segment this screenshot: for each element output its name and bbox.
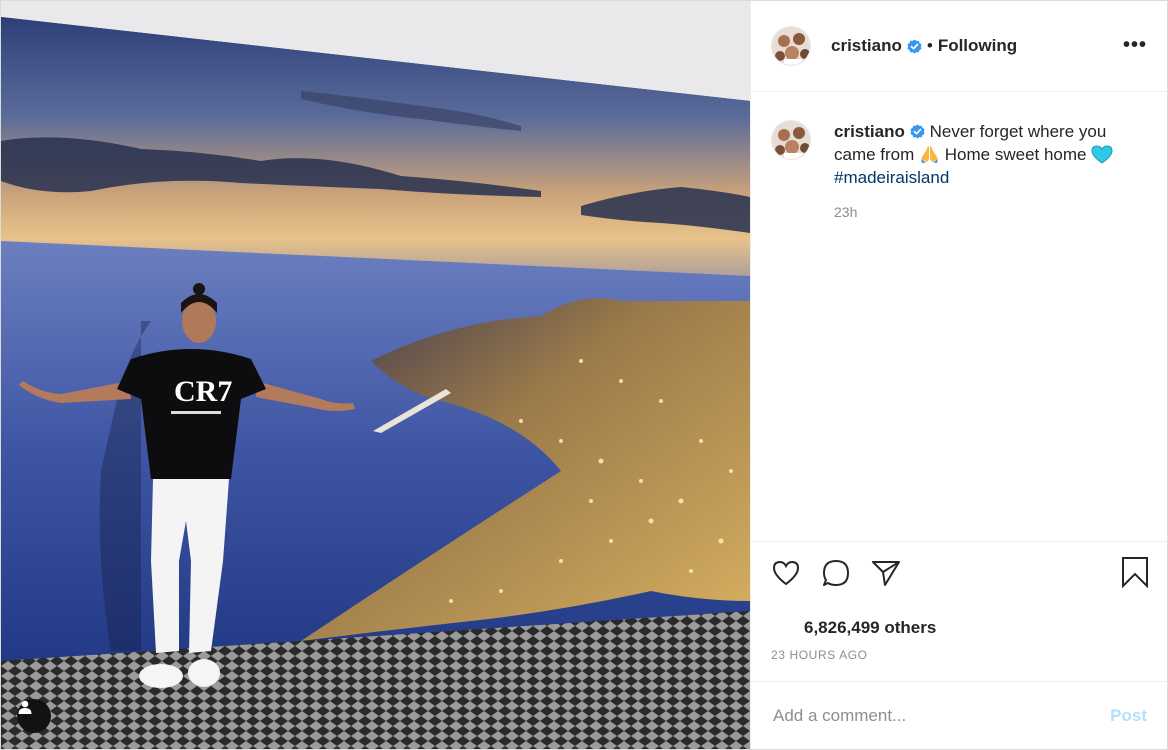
photo-illustration: CR7 bbox=[1, 1, 750, 749]
save-button[interactable] bbox=[1121, 556, 1149, 593]
folded-hands-emoji-icon bbox=[921, 146, 939, 163]
avatar-image bbox=[772, 27, 810, 65]
comment-input[interactable] bbox=[771, 704, 1111, 727]
avatar[interactable] bbox=[771, 26, 811, 66]
action-bar bbox=[751, 541, 1167, 604]
like-count[interactable]: 6,826,499 others bbox=[751, 604, 1167, 640]
person-icon bbox=[18, 700, 32, 714]
hashtag-link[interactable]: #madeiraisland bbox=[834, 168, 949, 187]
post-photo[interactable]: CR7 bbox=[1, 1, 750, 749]
avatar-image bbox=[772, 121, 810, 159]
share-button[interactable] bbox=[869, 556, 903, 590]
caption-age[interactable]: 23h bbox=[834, 204, 1147, 220]
post-comment-button[interactable]: Post bbox=[1110, 706, 1147, 726]
post-timestamp[interactable]: 23 HOURS AGO bbox=[751, 640, 1167, 681]
caption-avatar[interactable] bbox=[771, 120, 811, 160]
following-button[interactable]: Following bbox=[938, 36, 1017, 56]
verified-badge-icon bbox=[910, 124, 925, 139]
blue-heart-emoji-icon bbox=[1091, 145, 1113, 164]
post-author-username[interactable]: cristiano bbox=[831, 36, 902, 56]
post-header: cristiano • Following ••• bbox=[751, 1, 1167, 92]
comment-icon bbox=[823, 560, 849, 586]
paper-plane-icon bbox=[872, 561, 900, 586]
bookmark-icon bbox=[1122, 557, 1148, 589]
post-sidebar: cristiano • Following ••• cristiano Neve… bbox=[750, 1, 1167, 749]
post-dialog: CR7 cristiano • Following ••• cristiano … bbox=[0, 0, 1168, 750]
separator-dot: • bbox=[926, 36, 933, 55]
svg-text:CR7: CR7 bbox=[174, 375, 232, 408]
like-button[interactable] bbox=[769, 556, 803, 590]
caption-row: cristiano Never forget where you came fr… bbox=[771, 120, 1147, 189]
caption-body-2: Home sweet home bbox=[944, 145, 1087, 164]
comments-area: cristiano Never forget where you came fr… bbox=[751, 92, 1167, 541]
verified-badge-icon bbox=[907, 38, 922, 54]
comment-button[interactable] bbox=[819, 556, 853, 590]
user-tags-button[interactable] bbox=[17, 699, 51, 733]
more-options-icon[interactable]: ••• bbox=[1123, 35, 1147, 55]
caption-text: cristiano Never forget where you came fr… bbox=[834, 120, 1134, 189]
caption-username[interactable]: cristiano bbox=[834, 122, 905, 141]
comment-form: Post bbox=[751, 681, 1167, 749]
heart-icon bbox=[772, 560, 800, 586]
